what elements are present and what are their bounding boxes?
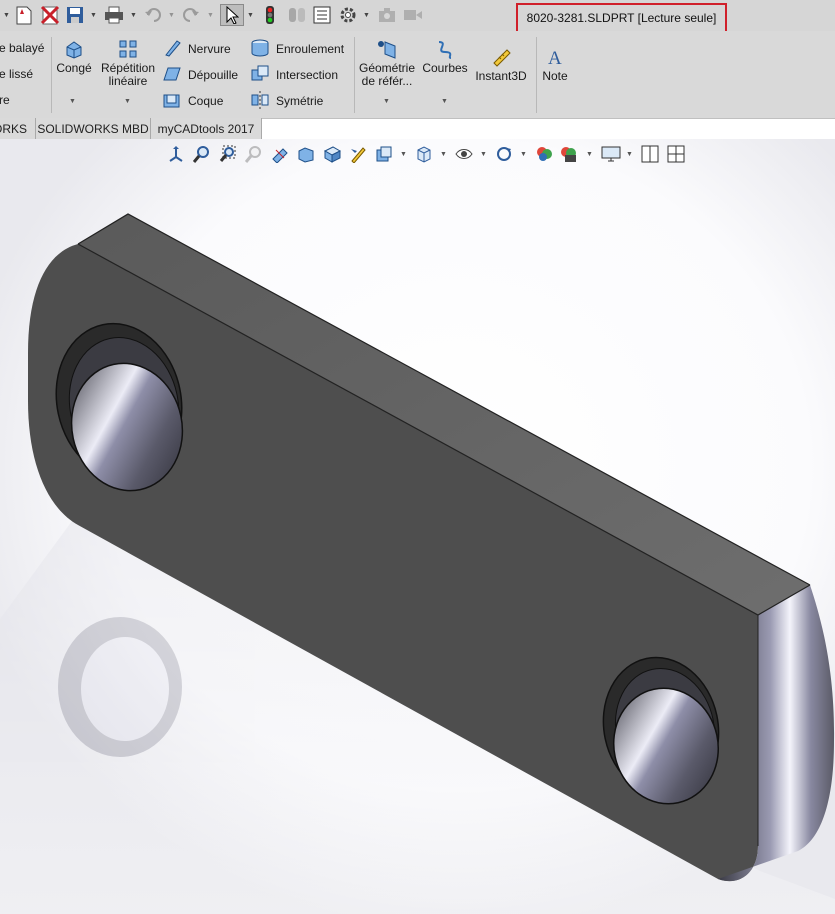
camera-icon[interactable]: [376, 4, 398, 26]
zoom-to-fit-icon[interactable]: [192, 144, 212, 164]
reference-geometry-icon: [378, 41, 396, 59]
chevron-down-icon[interactable]: ▼: [124, 98, 131, 105]
chevron-down-icon[interactable]: ▼: [130, 12, 137, 19]
chevron-down-icon[interactable]: ▼: [440, 151, 447, 158]
chevron-down-icon[interactable]: ▼: [3, 12, 10, 19]
edit-appearance-cube-icon[interactable]: [414, 144, 434, 164]
linear-pattern-button[interactable]: Répétition linéaire: [98, 39, 158, 88]
display-style-icon[interactable]: [348, 144, 368, 164]
shell-button[interactable]: Coque: [188, 94, 223, 108]
fillet-label: Congé: [56, 61, 92, 75]
linear-pattern-label-2: linéaire: [108, 74, 148, 88]
instant3d-button[interactable]: Instant3D: [474, 47, 528, 83]
view-orientation-icon[interactable]: [322, 144, 342, 164]
fillet-icon: [66, 41, 82, 59]
options-toggle-icon[interactable]: [286, 4, 308, 26]
boundary-feature-button[interactable]: re: [0, 93, 10, 107]
reference-geometry-label-2: de référ...: [361, 74, 413, 88]
wrap-icon[interactable]: [250, 38, 270, 61]
chevron-down-icon[interactable]: ▼: [626, 151, 633, 158]
graphics-viewport[interactable]: ▼ ▼ ▼ ▼ ▼ ▼: [0, 139, 835, 914]
hide-show-items-icon[interactable]: [374, 144, 394, 164]
draft-button[interactable]: Dépouille: [188, 68, 238, 82]
curves-button[interactable]: Courbes: [420, 39, 470, 75]
chevron-down-icon[interactable]: ▼: [383, 98, 390, 105]
command-ribbon: e balayé e lissé re Congé ▼ Répétition l…: [0, 31, 835, 119]
section-view-icon[interactable]: [270, 144, 290, 164]
note-label: Note: [542, 69, 568, 83]
redo-icon[interactable]: [180, 4, 202, 26]
ribbon-separator: [536, 37, 537, 113]
curves-icon: [438, 41, 452, 59]
rebuild-traffic-light-icon[interactable]: [262, 4, 278, 26]
lofted-feature-button[interactable]: e lissé: [0, 67, 33, 81]
draft-icon[interactable]: [162, 64, 182, 87]
eye-icon[interactable]: [454, 144, 474, 164]
ribbon-separator: [51, 37, 52, 113]
tab-solidworks[interactable]: ORKS: [0, 118, 36, 139]
chevron-down-icon[interactable]: ▼: [207, 12, 214, 19]
print-icon[interactable]: [102, 4, 126, 26]
part-model-render[interactable]: [0, 139, 835, 914]
open-document-icon[interactable]: [13, 4, 35, 26]
curves-label: Courbes: [422, 61, 468, 75]
intersect-button[interactable]: Intersection: [276, 68, 338, 82]
appearance-ball-icon[interactable]: [534, 144, 554, 164]
fillet-button[interactable]: Congé: [55, 39, 93, 75]
svg-text:A: A: [548, 48, 562, 67]
reference-geometry-button[interactable]: Géométrie de référ...: [358, 39, 416, 88]
wrap-button[interactable]: Enroulement: [276, 42, 344, 56]
zoom-to-area-icon[interactable]: [218, 144, 238, 164]
gear-icon[interactable]: [337, 4, 359, 26]
scene-appearance-icon[interactable]: [558, 144, 578, 164]
chevron-down-icon[interactable]: ▼: [247, 12, 254, 19]
file-properties-icon[interactable]: [311, 4, 333, 26]
command-manager-tabs: ORKS SOLIDWORKS MBD myCADtools 2017: [0, 118, 262, 139]
ribbon-separator: [354, 37, 355, 113]
save-icon[interactable]: [64, 4, 86, 26]
note-button[interactable]: A Note: [540, 47, 570, 83]
chevron-down-icon[interactable]: ▼: [363, 12, 370, 19]
tab-solidworks-mbd[interactable]: SOLIDWORKS MBD: [36, 118, 151, 139]
dynamic-annotation-icon[interactable]: [296, 144, 316, 164]
monitor-icon[interactable]: [600, 144, 622, 164]
close-document-icon[interactable]: [38, 4, 62, 26]
apply-scene-icon[interactable]: [494, 144, 514, 164]
chevron-down-icon[interactable]: ▼: [441, 98, 448, 105]
instant3d-label: Instant3D: [475, 69, 527, 83]
tab-mycadtools[interactable]: myCADtools 2017: [151, 118, 262, 139]
split-four-views-icon[interactable]: [666, 144, 686, 164]
split-vertical-icon[interactable]: [640, 144, 660, 164]
rib-icon[interactable]: [162, 38, 182, 61]
rib-button[interactable]: Nervure: [188, 42, 231, 56]
undo-icon[interactable]: [142, 4, 164, 26]
chevron-down-icon[interactable]: ▼: [69, 98, 76, 105]
chevron-down-icon[interactable]: ▼: [480, 151, 487, 158]
select-cursor-icon[interactable]: [220, 4, 244, 26]
chevron-down-icon[interactable]: ▼: [586, 151, 593, 158]
instant3d-icon: [493, 49, 511, 67]
video-camera-icon[interactable]: [402, 4, 424, 26]
document-title: 8020-3281.SLDPRT [Lecture seule]: [516, 3, 727, 33]
chevron-down-icon[interactable]: ▼: [400, 151, 407, 158]
linear-pattern-icon: [119, 40, 137, 58]
note-icon: A: [548, 48, 562, 69]
chevron-down-icon[interactable]: ▼: [90, 12, 97, 19]
chevron-down-icon[interactable]: ▼: [520, 151, 527, 158]
swept-feature-button[interactable]: e balayé: [0, 41, 44, 55]
chevron-down-icon[interactable]: ▼: [168, 12, 175, 19]
mirror-button[interactable]: Symétrie: [276, 94, 323, 108]
previous-view-icon[interactable]: [244, 144, 264, 164]
intersect-icon[interactable]: [250, 64, 270, 87]
title-bar: ▼ ▼ ▼ ▼ ▼ ▼ ▼ 8020-3281.SLDPRT [Lecture …: [0, 0, 835, 33]
mirror-icon[interactable]: [250, 90, 270, 113]
shell-icon[interactable]: [162, 90, 182, 113]
view-orientation-triad-icon[interactable]: [166, 144, 186, 164]
